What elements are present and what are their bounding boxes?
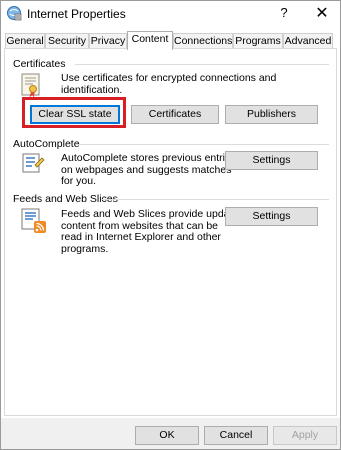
clear-ssl-state-button[interactable]: Clear SSL state: [30, 105, 120, 124]
cancel-button[interactable]: Cancel: [204, 426, 268, 445]
certificates-heading: Certificates: [13, 58, 66, 70]
internet-properties-icon: [7, 6, 22, 21]
autocomplete-description: AutoComplete stores previous entries on …: [61, 152, 237, 188]
autocomplete-divider: [77, 144, 329, 145]
autocomplete-form-icon: [22, 153, 45, 173]
feeds-description-line: read in Internet Explorer and other: [61, 231, 221, 243]
autocomplete-heading: AutoComplete: [13, 138, 80, 150]
certificates-description: Use certificates for encrypted connectio…: [61, 72, 277, 96]
tab-privacy[interactable]: Privacy: [89, 33, 127, 49]
tab-general[interactable]: General: [5, 33, 45, 49]
feeds-description-line: Feeds and Web Slices provide updated: [61, 208, 245, 220]
feeds-settings-button[interactable]: Settings: [225, 207, 318, 226]
certificate-icon: [21, 73, 40, 98]
feeds-description-line: programs.: [61, 242, 109, 255]
title-bar: Internet Properties ? ✕: [1, 1, 340, 27]
rss-feed-icon: [21, 208, 46, 233]
apply-button[interactable]: Apply: [273, 426, 337, 445]
tab-content[interactable]: Content: [127, 31, 173, 50]
autocomplete-description-line: AutoComplete stores previous entries: [61, 152, 237, 164]
tab-security[interactable]: Security: [45, 33, 89, 49]
close-button[interactable]: ✕: [313, 3, 331, 23]
internet-properties-dialog: Internet Properties ? ✕ General Security…: [0, 0, 341, 450]
window-title: Internet Properties: [27, 7, 126, 21]
tab-programs[interactable]: Programs: [233, 33, 283, 49]
help-button[interactable]: ?: [277, 5, 291, 20]
feeds-description: Feeds and Web Slices provide updated con…: [61, 208, 245, 255]
ok-button[interactable]: OK: [135, 426, 199, 445]
publishers-button[interactable]: Publishers: [225, 105, 318, 124]
autocomplete-description-line: for you.: [61, 175, 97, 187]
tab-advanced[interactable]: Advanced: [283, 33, 333, 49]
feeds-divider: [101, 199, 329, 200]
tab-connections[interactable]: Connections: [173, 33, 233, 49]
certificates-button[interactable]: Certificates: [131, 105, 219, 124]
autocomplete-settings-button[interactable]: Settings: [225, 151, 318, 170]
certificates-divider: [75, 64, 329, 65]
